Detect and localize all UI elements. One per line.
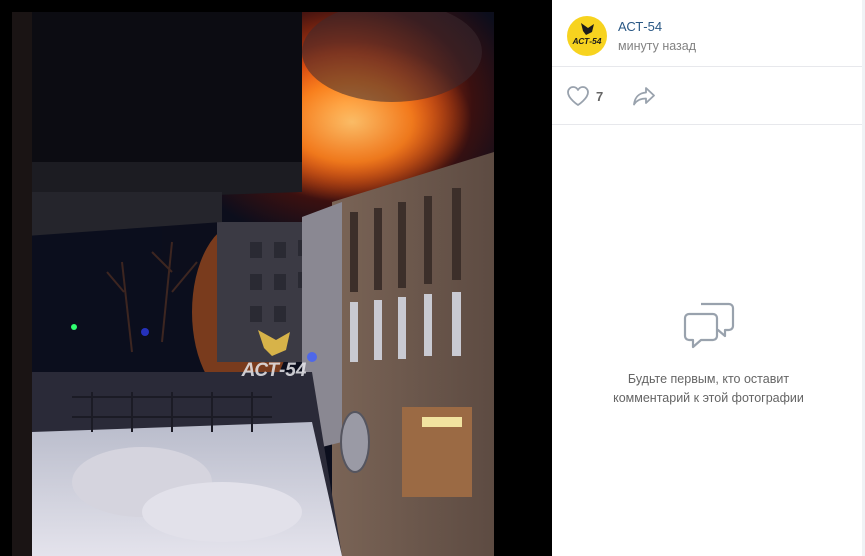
avatar-text: АСТ-54 (571, 36, 601, 46)
fire-photo-illustration (12, 12, 494, 556)
share-button[interactable] (631, 84, 657, 113)
avatar-logo-icon: АСТ-54 (571, 23, 602, 46)
comments-icon (683, 302, 734, 349)
empty-text-line-2: комментарий к этой фотографии (613, 391, 804, 405)
post-header: АСТ-54 АСТ-54 минуту назад (552, 0, 865, 67)
empty-text-line-1: Будьте первым, кто оставит (627, 372, 790, 386)
author-name[interactable]: АСТ-54 (618, 19, 662, 34)
likes-count: 7 (596, 88, 604, 104)
photo-viewer[interactable]: АСТ-54 (0, 0, 552, 556)
side-panel: АСТ-54 АСТ-54 минуту назад 7 Будьте перв… (552, 0, 865, 556)
avatar[interactable]: АСТ-54 (567, 16, 607, 56)
photo[interactable] (12, 12, 494, 556)
like-button[interactable]: 7 (566, 85, 603, 107)
share-arrow-icon (633, 87, 655, 106)
heart-icon (567, 86, 589, 106)
comments-empty-state: Будьте первым, кто оставит комментарий к… (552, 300, 865, 408)
post-time[interactable]: минуту назад (618, 39, 696, 53)
post-actions: 7 (552, 67, 865, 125)
